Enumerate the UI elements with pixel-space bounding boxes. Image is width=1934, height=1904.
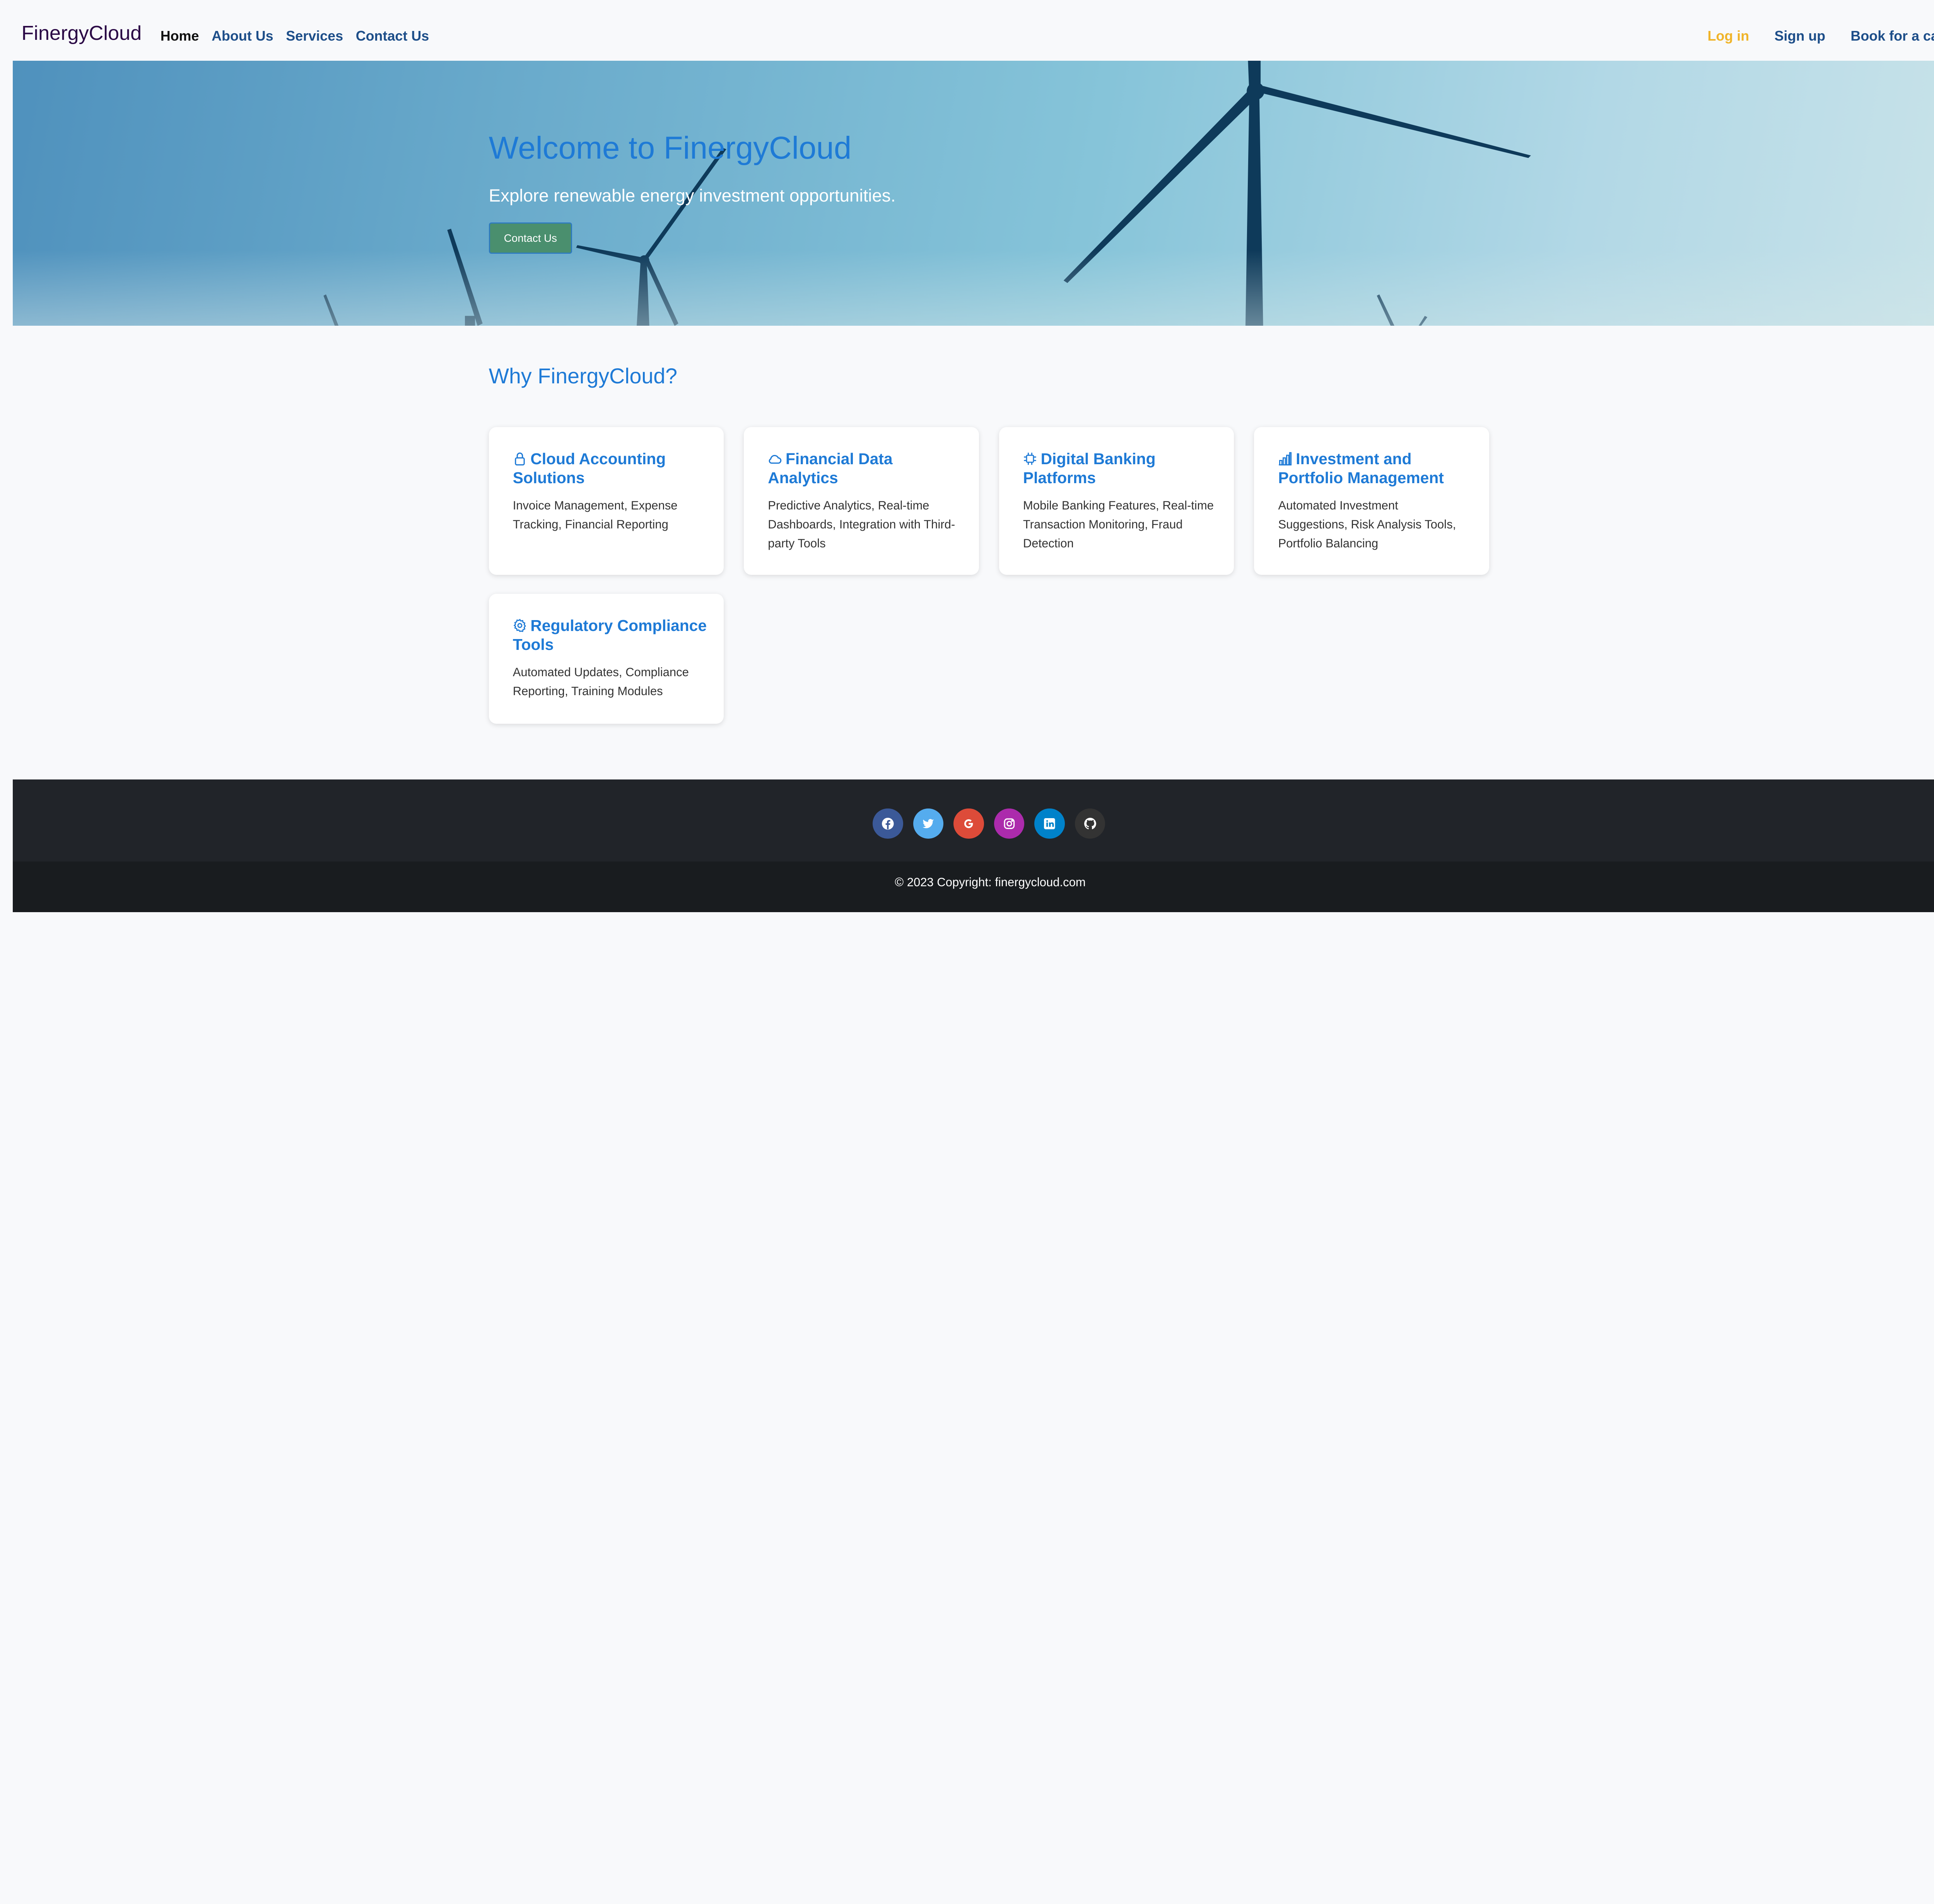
wind-turbines-image: [323, 60, 1531, 326]
card-description: Automated Investment Suggestions, Risk A…: [1278, 499, 1456, 550]
card-title: Investment and Portfolio Management: [1278, 450, 1474, 487]
why-section-title: Why FinergyCloud?: [489, 364, 678, 388]
nav-services[interactable]: Services: [286, 28, 343, 44]
hero-subtitle: Explore renewable energy investment oppo…: [489, 185, 896, 205]
feature-card[interactable]: Cloud Accounting Solutions Invoice Manag…: [489, 427, 724, 575]
hero-contact-button[interactable]: Contact Us: [489, 222, 572, 254]
card-description: Invoice Management, Expense Tracking, Fi…: [513, 499, 678, 532]
github-button[interactable]: [1075, 808, 1105, 839]
feature-card[interactable]: Digital Banking Platforms Mobile Banking…: [999, 427, 1234, 575]
card-title: Regulatory Compliance Tools: [513, 616, 709, 654]
instagram-button[interactable]: [994, 808, 1025, 839]
cloud-icon: [769, 455, 782, 464]
card-title: Digital Banking Platforms: [1023, 450, 1219, 487]
copyright-text: © 2023 Copyright: finergycloud.com: [895, 875, 1086, 889]
card-title-text: Investment and Portfolio Management: [1278, 450, 1444, 487]
nav-links: Home About Us Services Contact Us: [161, 28, 429, 44]
feature-card[interactable]: Financial Data Analytics Predictive Anal…: [744, 427, 979, 575]
card-title-text: Cloud Accounting Solutions: [513, 450, 666, 487]
gear-icon: [513, 619, 526, 632]
nav-contact-us[interactable]: Contact Us: [356, 28, 429, 44]
card-description: Predictive Analytics, Real-time Dashboar…: [768, 499, 955, 550]
brand-logo[interactable]: FinergyCloud: [22, 22, 142, 45]
facebook-icon: [882, 817, 894, 830]
feature-card[interactable]: Regulatory Compliance Tools Automated Up…: [489, 593, 724, 724]
signup-link[interactable]: Sign up: [1774, 28, 1825, 44]
card-title-text: Financial Data Analytics: [768, 450, 893, 487]
book-call-link[interactable]: Book for a call: [1850, 28, 1934, 44]
instagram-icon: [1004, 818, 1015, 829]
footer-social-bar: [12, 779, 1934, 861]
navbar: FinergyCloud Home About Us Services Cont…: [0, 0, 1934, 61]
nav-about-us[interactable]: About Us: [212, 28, 273, 44]
linkedin-button[interactable]: [1034, 808, 1065, 839]
google-icon: [964, 819, 973, 828]
nav-actions: Log in Sign up Book for a call: [1707, 28, 1934, 44]
twitter-button[interactable]: [913, 808, 944, 839]
login-link[interactable]: Log in: [1707, 28, 1749, 44]
lock-icon: [514, 452, 525, 465]
footer-copyright-bar: © 2023 Copyright: finergycloud.com: [12, 861, 1934, 912]
card-title: Cloud Accounting Solutions: [513, 450, 709, 487]
google-button[interactable]: [953, 808, 984, 839]
hero-banner: Welcome to FinergyCloud Explore renewabl…: [12, 60, 1934, 326]
page: FinergyCloud Home About Us Services Cont…: [0, 0, 1934, 1904]
nav-home[interactable]: Home: [161, 28, 199, 44]
social-links: [873, 808, 1105, 839]
facebook-button[interactable]: [873, 808, 903, 839]
twitter-icon: [922, 819, 934, 828]
card-description: Automated Updates, Compliance Reporting,…: [513, 665, 689, 698]
card-description: Mobile Banking Features, Real-time Trans…: [1023, 499, 1214, 550]
bar-chart-icon: [1279, 452, 1292, 465]
hero-title: Welcome to FinergyCloud: [489, 130, 852, 166]
linkedin-icon: [1044, 818, 1055, 829]
feature-card[interactable]: Investment and Portfolio Management Auto…: [1254, 427, 1489, 575]
card-title-text: Regulatory Compliance Tools: [513, 617, 707, 654]
card-title: Financial Data Analytics: [768, 450, 964, 487]
github-icon: [1084, 817, 1096, 829]
cpu-icon: [1024, 453, 1036, 465]
card-title-text: Digital Banking Platforms: [1023, 450, 1156, 487]
